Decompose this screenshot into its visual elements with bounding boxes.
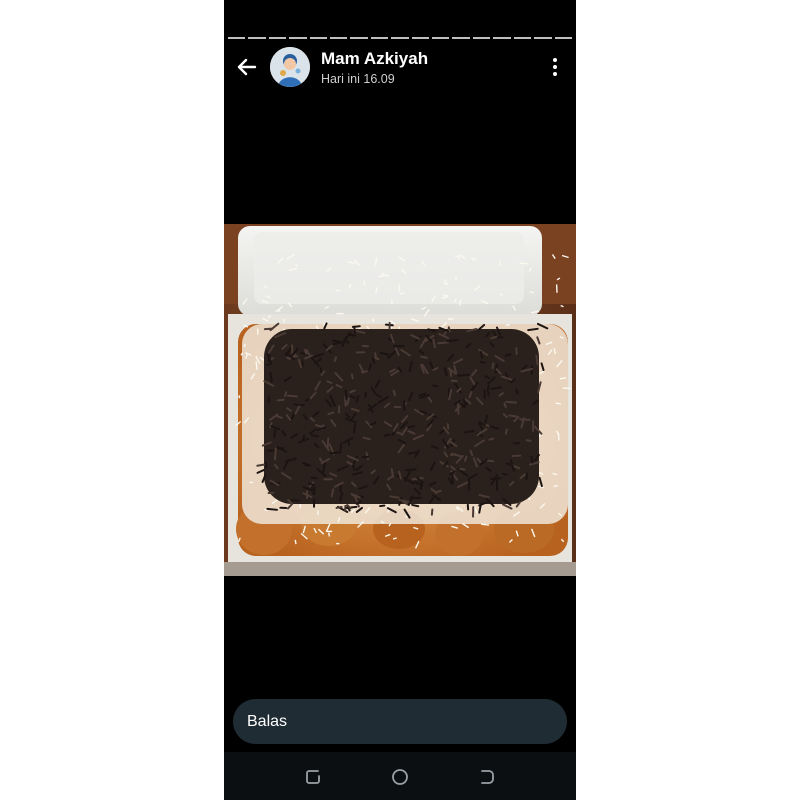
avatar[interactable] — [270, 47, 310, 87]
progress-segment — [268, 37, 287, 39]
system-nav-bar — [224, 752, 576, 800]
progress-segment — [391, 37, 409, 39]
vertical-dots-icon — [553, 58, 557, 76]
progress-segment — [432, 37, 450, 39]
progress-segment — [330, 37, 348, 39]
progress-segment — [452, 37, 470, 39]
food-photo — [224, 224, 576, 576]
back-icon — [481, 770, 494, 784]
recent-apps-icon — [306, 770, 320, 784]
contact-name: Mam Azkiyah — [321, 49, 429, 68]
progress-segment — [289, 37, 307, 39]
progress-segment — [472, 37, 491, 39]
progress-segment — [411, 37, 430, 39]
progress-segment — [534, 37, 552, 39]
home-circle-icon — [392, 769, 408, 785]
status-viewer: Mam Azkiyah Hari ini 16.09 Balas — [224, 0, 576, 800]
reply-input[interactable]: Balas — [233, 699, 567, 744]
progress-segment — [309, 37, 328, 39]
menu-button[interactable] — [548, 56, 562, 78]
nav-back-button[interactable] — [476, 766, 498, 788]
progress-segment — [493, 37, 511, 39]
recent-apps-button[interactable] — [302, 766, 324, 788]
progress-segment — [513, 37, 532, 39]
progress-segment — [228, 37, 246, 39]
progress-segment — [554, 37, 572, 39]
reply-placeholder: Balas — [247, 712, 288, 730]
home-button[interactable] — [389, 766, 411, 788]
progress-segment — [350, 37, 368, 39]
progress-segment — [370, 37, 389, 39]
back-button[interactable] — [234, 54, 260, 80]
progress-segment — [248, 37, 266, 39]
status-timestamp: Hari ini 16.09 — [321, 72, 395, 86]
status-header: Mam Azkiyah Hari ini 16.09 — [224, 44, 576, 92]
profile-photo-icon — [270, 47, 310, 87]
arrow-left-icon — [237, 58, 257, 76]
status-progress-bar — [228, 37, 572, 40]
status-photo — [224, 224, 576, 576]
